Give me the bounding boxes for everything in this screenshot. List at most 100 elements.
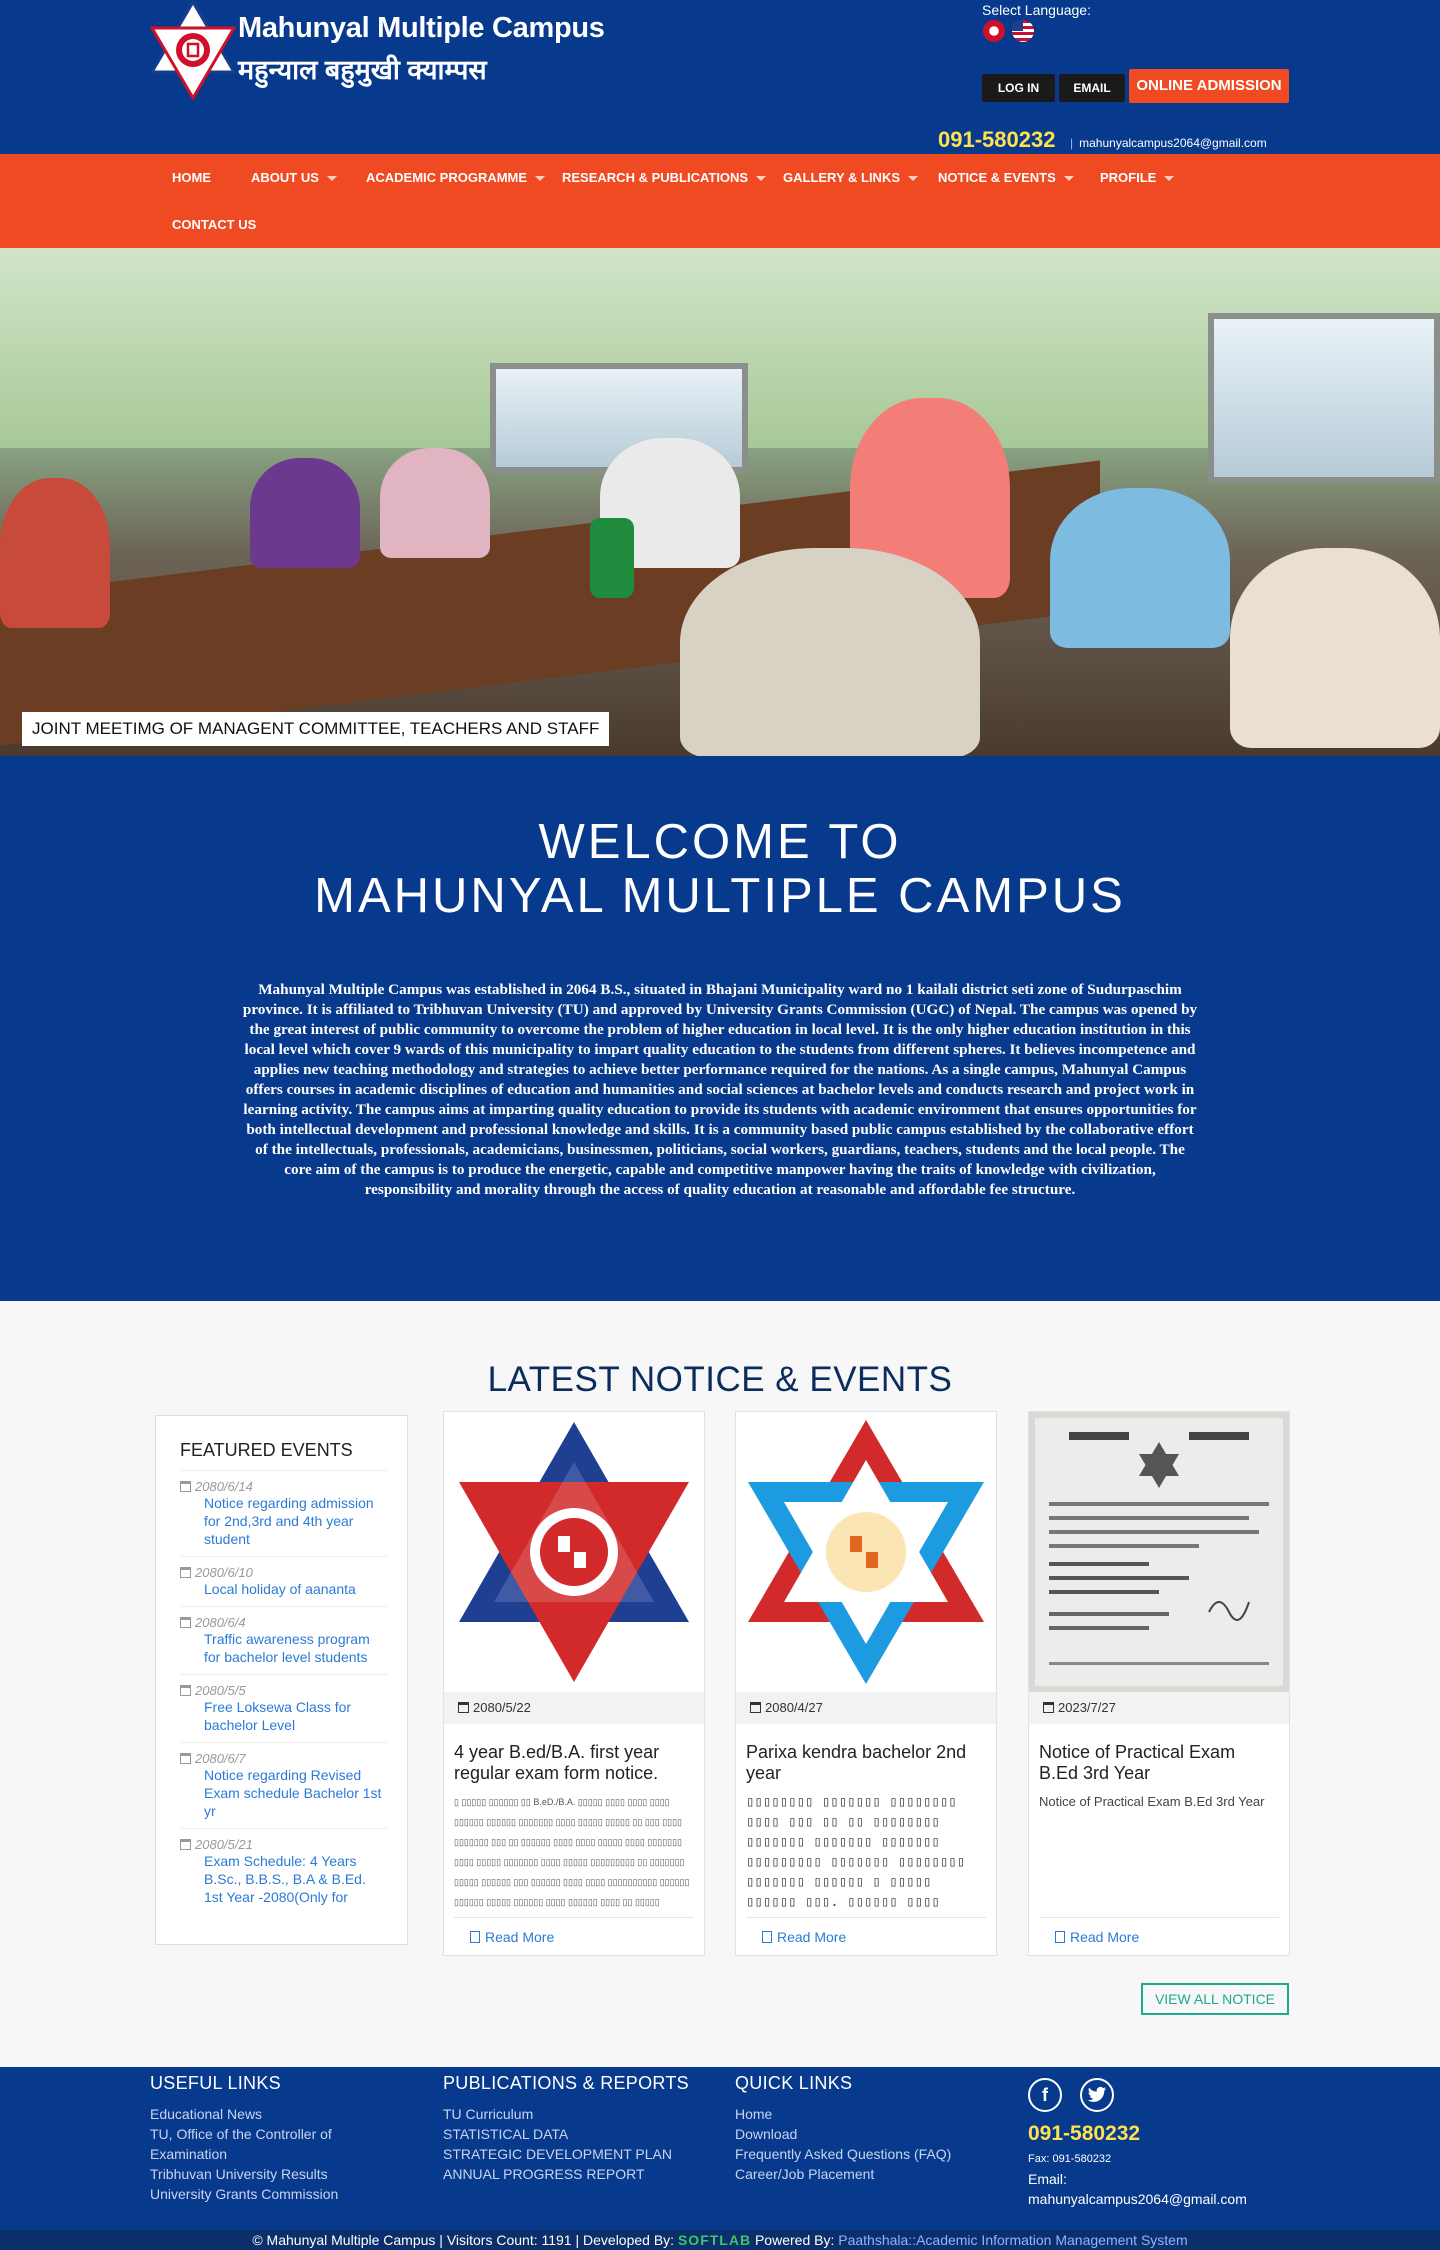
featured-event-date-text: 2080/6/4 <box>195 1615 246 1630</box>
notice-card-divider <box>1039 1917 1279 1918</box>
notice-card-excerpt: Notice of Practical Exam B.Ed 3rd Year <box>1039 1794 1265 1809</box>
email-button[interactable]: EMAIL <box>1059 74 1125 102</box>
featured-event-item[interactable]: 2080/5/21 Exam Schedule: 4 Years B.Sc., … <box>180 1828 388 1914</box>
hero-photo-bottle <box>590 518 634 598</box>
nav-item-about-us[interactable]: ABOUT US <box>251 170 337 185</box>
footer-link[interactable]: Home <box>735 2104 1005 2124</box>
english-flag-icon[interactable] <box>1012 20 1034 42</box>
footer-email[interactable]: mahunyalcampus2064@gmail.com <box>1028 2191 1247 2207</box>
featured-event-link[interactable]: Free Loksewa Class for bachelor Level <box>180 1698 388 1734</box>
hero-photo-person <box>1050 488 1230 648</box>
featured-event-item[interactable]: 2080/5/5 Free Loksewa Class for bachelor… <box>180 1674 388 1742</box>
nav-item-research-publications[interactable]: RESEARCH & PUBLICATIONS <box>562 170 767 185</box>
view-all-notice-button[interactable]: VIEW ALL NOTICE <box>1141 1983 1289 2015</box>
campus-emblem-icon <box>150 0 236 100</box>
notice-card[interactable]: 2080/5/22 4 year B.ed/B.A. first year re… <box>443 1411 705 1956</box>
notice-card-title[interactable]: 4 year B.ed/B.A. first year regular exam… <box>454 1742 694 1784</box>
notice-card-date-text: 2080/5/22 <box>473 1700 531 1715</box>
nav-item-label: HOME <box>172 170 211 185</box>
featured-events-title: FEATURED EVENTS <box>180 1440 353 1460</box>
nav-item-label: NOTICE & EVENTS <box>938 170 1056 185</box>
featured-event-link[interactable]: Local holiday of aananta <box>180 1580 388 1598</box>
calendar-icon <box>180 1753 191 1764</box>
nav-item-label: ACADEMIC PROGRAMME <box>366 170 528 185</box>
footer-link[interactable]: STATISTICAL DATA <box>443 2124 713 2144</box>
hero-caption: JOINT MEETIMG OF MANAGENT COMMITTEE, TEA… <box>22 712 610 746</box>
featured-events-list: 2080/6/14 Notice regarding admission for… <box>180 1470 388 1914</box>
featured-event-date: 2080/5/5 <box>180 1683 388 1698</box>
featured-event-item[interactable]: 2080/6/4 Traffic awareness program for b… <box>180 1606 388 1674</box>
featured-event-date: 2080/6/4 <box>180 1615 388 1630</box>
footer-useful-links: USEFUL LINKS Educational News TU, Office… <box>150 2073 410 2204</box>
header-email[interactable]: mahunyalcampus2064@gmail.com <box>1070 136 1267 150</box>
featured-event-link[interactable]: Exam Schedule: 4 Years B.Sc., B.B.S., B.… <box>180 1852 388 1906</box>
calendar-icon <box>180 1481 191 1492</box>
read-more-link[interactable]: Read More <box>1055 1929 1139 1945</box>
read-more-link[interactable]: Read More <box>470 1929 554 1945</box>
notice-card-title[interactable]: Notice of Practical Exam B.Ed 3rd Year <box>1039 1742 1279 1784</box>
featured-event-item[interactable]: 2080/6/10 Local holiday of aananta <box>180 1556 388 1606</box>
nav-item-label: PROFILE <box>1100 170 1157 185</box>
welcome-title-line-1: WELCOME TO <box>538 815 902 869</box>
footer-link[interactable]: TU, Office of the Controller of Examinat… <box>150 2124 410 2164</box>
campus-logo-image <box>444 1412 704 1692</box>
footer-link[interactable]: Career/Job Placement <box>735 2164 1005 2184</box>
featured-events-panel: FEATURED EVENTS 2080/6/14 Notice regardi… <box>155 1415 408 1945</box>
nav-item-gallery-links[interactable]: GALLERY & LINKS <box>783 170 919 185</box>
login-button[interactable]: LOG IN <box>982 74 1055 102</box>
featured-event-date: 2080/5/21 <box>180 1837 388 1852</box>
footer-link[interactable]: Download <box>735 2124 1005 2144</box>
footer-link[interactable]: TU Curriculum <box>443 2104 713 2124</box>
notice-card[interactable]: 2080/4/27 Parixa kendra bachelor 2nd yea… <box>735 1411 997 1956</box>
logo-title-english: Mahunyal Multiple Campus <box>238 12 605 44</box>
read-more-label: Read More <box>777 1929 847 1945</box>
document-icon <box>762 1931 772 1943</box>
footer-link[interactable]: Tribhuvan University Results <box>150 2164 410 2184</box>
featured-event-item[interactable]: 2080/6/7 Notice regarding Revised Exam s… <box>180 1742 388 1828</box>
caret-down-icon <box>756 176 767 182</box>
hero-photo-person <box>1230 548 1440 748</box>
calendar-icon <box>180 1567 191 1578</box>
nav-item-home[interactable]: HOME <box>172 170 211 185</box>
logo-title-nepali: महुन्याल बहुमुखी क्याम्पस <box>238 55 487 85</box>
nav-item-profile[interactable]: PROFILE <box>1100 170 1175 185</box>
twitter-icon[interactable] <box>1080 2078 1114 2112</box>
calendar-icon <box>1043 1702 1054 1713</box>
nav-item-notice-events[interactable]: NOTICE & EVENTS <box>938 170 1074 185</box>
caret-down-icon <box>1164 176 1175 182</box>
notice-card[interactable]: 2023/7/27 Notice of Practical Exam B.Ed … <box>1028 1411 1290 1956</box>
notice-card-date: 2023/7/27 <box>1029 1692 1289 1724</box>
copyright-bar: © Mahunyal Multiple Campus | Visitors Co… <box>0 2230 1440 2250</box>
read-more-link[interactable]: Read More <box>762 1929 846 1945</box>
nav-item-contact-us[interactable]: CONTACT US <box>172 217 256 232</box>
nav-item-academic-programme[interactable]: ACADEMIC PROGRAMME <box>366 170 546 185</box>
nepali-flag-icon[interactable] <box>983 20 1005 42</box>
online-admission-button[interactable]: ONLINE ADMISSION <box>1129 69 1289 103</box>
notice-card-divider <box>454 1917 694 1918</box>
featured-event-date: 2080/6/7 <box>180 1751 388 1766</box>
featured-event-date-text: 2080/5/21 <box>195 1837 253 1852</box>
footer-email-label: Email: <box>1028 2171 1067 2187</box>
featured-event-date: 2080/6/10 <box>180 1565 388 1580</box>
notice-document-photo <box>1029 1412 1289 1692</box>
welcome-title: WELCOME TO MAHUNYAL MULTIPLE CAMPUS <box>0 815 1440 923</box>
hero-slider-image[interactable] <box>0 248 1440 756</box>
featured-event-link[interactable]: Traffic awareness program for bachelor l… <box>180 1630 388 1666</box>
footer-link[interactable]: STRATEGIC DEVELOPMENT PLAN <box>443 2144 713 2164</box>
welcome-description: Mahunyal Multiple Campus was established… <box>242 981 1198 1198</box>
powered-by-link[interactable]: Paathshala::Academic Information Managem… <box>838 2232 1187 2248</box>
featured-event-link[interactable]: Notice regarding Revised Exam schedule B… <box>180 1766 388 1820</box>
footer-link[interactable]: University Grants Commission <box>150 2184 410 2204</box>
calendar-icon <box>750 1702 761 1713</box>
footer-link[interactable]: ANNUAL PROGRESS REPORT <box>443 2164 713 2184</box>
footer-link[interactable]: Frequently Asked Questions (FAQ) <box>735 2144 1005 2164</box>
developer-logo[interactable]: SOFTLAB <box>678 2232 751 2248</box>
featured-event-item[interactable]: 2080/6/14 Notice regarding admission for… <box>180 1470 388 1556</box>
twitter-bird-glyph <box>1087 2086 1107 2102</box>
notice-card-title[interactable]: Parixa kendra bachelor 2nd year <box>746 1742 986 1784</box>
nav-item-label: GALLERY & LINKS <box>783 170 901 185</box>
featured-event-link[interactable]: Notice regarding admission for 2nd,3rd a… <box>180 1494 388 1548</box>
facebook-icon[interactable]: f <box>1028 2078 1062 2112</box>
site-logo[interactable]: Mahunyal Multiple Campus महुन्याल बहुमुख… <box>150 0 605 100</box>
footer-link[interactable]: Educational News <box>150 2104 410 2124</box>
